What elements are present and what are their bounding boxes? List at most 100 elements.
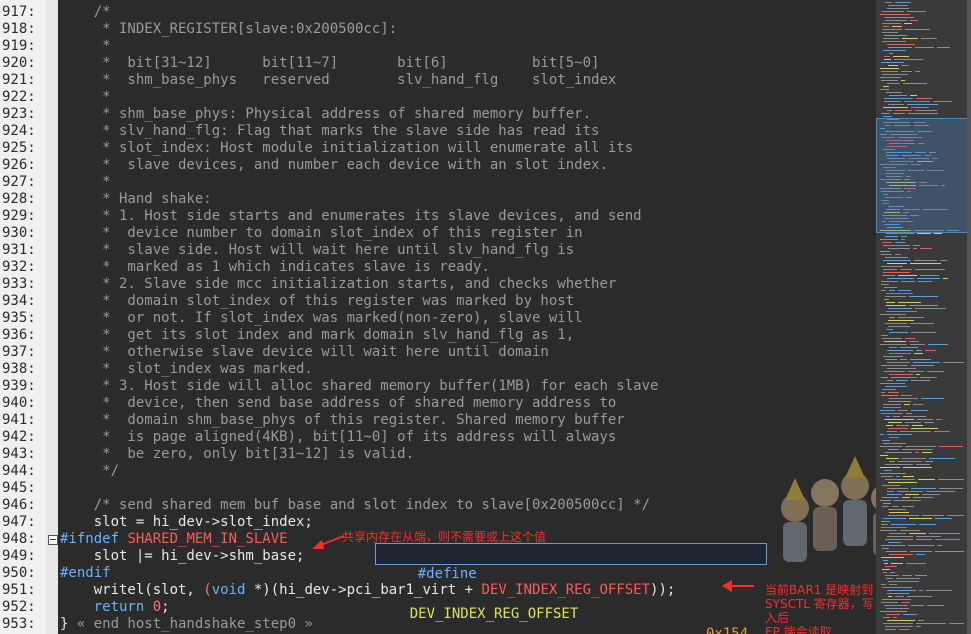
code-minimap[interactable]	[876, 0, 971, 634]
code-line[interactable]: 928: * Hand shake:	[0, 191, 876, 208]
line-number: 940:	[2, 395, 36, 411]
code-line[interactable]: 917: /*	[0, 4, 876, 21]
minimap-line	[881, 602, 898, 603]
code-line[interactable]: 945:	[0, 480, 876, 497]
minimap-line	[918, 479, 935, 480]
line-number: 939:	[2, 378, 36, 394]
code-line[interactable]: 931: * slave side. Host will wait here u…	[0, 242, 876, 259]
minimap-line	[900, 347, 918, 348]
code-line[interactable]: 947: slot = hi_dev->slot_index;	[0, 514, 876, 531]
line-number: 931:	[2, 242, 36, 258]
minimap-line	[882, 338, 902, 339]
minimap-line	[922, 494, 940, 495]
code-line[interactable]: 926: * slave devices, and number each de…	[0, 157, 876, 174]
minimap-line	[922, 452, 932, 453]
code-line[interactable]: 919: *	[0, 38, 876, 55]
minimap-line	[881, 365, 908, 366]
line-number: 950:	[2, 565, 36, 581]
line-number: 947:	[2, 514, 36, 530]
minimap-line	[888, 392, 899, 393]
line-number: 930:	[2, 225, 36, 241]
minimap-line	[881, 113, 890, 114]
minimap-line	[935, 551, 964, 552]
minimap-line	[887, 350, 913, 351]
minimap-line	[889, 95, 907, 96]
minimap-line	[889, 53, 893, 54]
line-number: 919:	[2, 38, 36, 54]
minimap-line	[881, 254, 892, 255]
minimap-line	[884, 341, 906, 342]
code-text: /* send shared mem buf base and slot ind…	[60, 497, 650, 514]
minimap-line	[898, 302, 921, 303]
code-line[interactable]: 918: * INDEX_REGISTER[slave:0x200500cc]:	[0, 21, 876, 38]
code-line[interactable]: 924: * slv_hand_flg: Flag that marks the…	[0, 123, 876, 140]
minimap-line	[903, 416, 926, 417]
code-line[interactable]: 937: * otherwise slave device will wait …	[0, 344, 876, 361]
minimap-line	[937, 47, 950, 48]
code-editor[interactable]: 917: /* 918: * INDEX_REGISTER[slave:0x200…	[0, 0, 876, 634]
code-line[interactable]: 921: * shm_base_phys reserved slv_hand_f…	[0, 72, 876, 89]
minimap-line	[901, 236, 907, 237]
minimap-line	[888, 320, 914, 321]
code-token: « end host_handshake_step0 »	[76, 616, 313, 632]
code-line[interactable]: 939: * 3. Host side will alloc shared me…	[0, 378, 876, 395]
code-token: *	[60, 89, 111, 105]
minimap-line	[915, 575, 927, 576]
code-line[interactable]: 944: */	[0, 463, 876, 480]
code-line[interactable]: 920: * bit[31~12] bit[11~7] bit[6] bit[5…	[0, 55, 876, 72]
code-line[interactable]: 922: *	[0, 89, 876, 106]
minimap-line	[883, 272, 910, 273]
minimap-line	[888, 596, 892, 597]
code-token: /* send shared mem buf base and slot ind…	[60, 497, 651, 513]
minimap-line	[885, 359, 897, 360]
code-line[interactable]: 934: * domain slot_index of this registe…	[0, 293, 876, 310]
minimap-line	[881, 557, 904, 558]
minimap-viewport[interactable]	[876, 118, 971, 233]
macro-definition-tooltip: #define DEV_INDEX_REG_OFFSET 0x154	[375, 543, 767, 634]
code-line[interactable]: 933: * 2. Slave side mcc initialization …	[0, 276, 876, 293]
line-number: 929:	[2, 208, 36, 224]
minimap-line	[904, 23, 912, 24]
minimap-line	[915, 308, 946, 309]
minimap-line	[938, 479, 964, 480]
code-line[interactable]: 930: * device number to domain slot_inde…	[0, 225, 876, 242]
minimap-line	[916, 626, 921, 627]
code-line[interactable]: 925: * slot_index: Host module initializ…	[0, 140, 876, 157]
code-token: * shm_base_phys reserved slv_hand_flg sl…	[60, 72, 617, 88]
code-line[interactable]: 929: * 1. Host side starts and enumerate…	[0, 208, 876, 225]
minimap-line	[909, 518, 932, 519]
minimap-line	[884, 605, 908, 606]
minimap-line	[915, 110, 937, 111]
code-line[interactable]: 936: * get its slot index and mark domai…	[0, 327, 876, 344]
code-line[interactable]: 938: * slot_index was marked.	[0, 361, 876, 378]
code-line[interactable]: 927: *	[0, 174, 876, 191]
code-line[interactable]: 946: /* send shared mem buf base and slo…	[0, 497, 876, 514]
code-line[interactable]: 943: * be zero, only bit[31~12] is valid…	[0, 446, 876, 463]
fold-toggle-icon[interactable]	[48, 535, 58, 545]
code-line[interactable]: 940: * device, then send base address of…	[0, 395, 876, 412]
minimap-line	[905, 494, 919, 495]
minimap-line	[885, 539, 913, 540]
minimap-line	[884, 287, 897, 288]
code-line[interactable]: 932: * marked as 1 which indicates slave…	[0, 259, 876, 276]
code-token: * slave devices, and number each device …	[60, 157, 608, 173]
minimap-line	[915, 452, 919, 453]
minimap-line	[880, 89, 889, 90]
minimap-line	[906, 413, 912, 414]
code-token: slot = hi_dev->slot_index;	[60, 514, 313, 530]
code-token: void	[211, 582, 246, 598]
code-line[interactable]: 941: * domain shm_base_phys of this regi…	[0, 412, 876, 429]
minimap-line	[885, 236, 898, 237]
code-line[interactable]: 942: * is page aligned(4KB), bit[11~0] o…	[0, 429, 876, 446]
minimap-line	[888, 326, 910, 327]
minimap-line	[901, 80, 905, 81]
code-token: DEV_INDEX_REG_OFFSET	[481, 582, 651, 598]
code-text: * device number to domain slot_index of …	[60, 225, 582, 242]
minimap-line	[888, 581, 919, 582]
minimap-line	[919, 524, 936, 525]
code-line[interactable]: 923: * shm_base_phys: Physical address o…	[0, 106, 876, 123]
code-line[interactable]: 935: * or not. If slot_index was marked(…	[0, 310, 876, 327]
line-number: 924:	[2, 123, 36, 139]
minimap-line	[924, 422, 934, 423]
scrollbar-track[interactable]	[967, 0, 971, 634]
